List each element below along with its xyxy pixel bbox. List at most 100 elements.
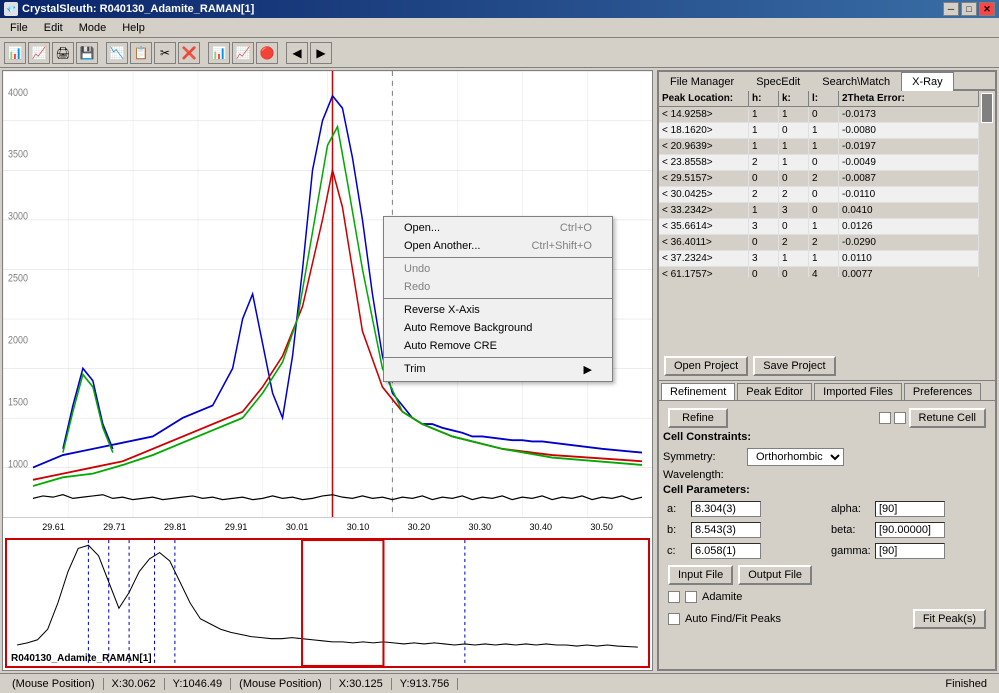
open-project-button[interactable]: Open Project — [664, 356, 748, 376]
toolbar-btn-5[interactable]: 📉 — [106, 42, 128, 64]
tab-refinement[interactable]: Refinement — [661, 383, 735, 400]
table-row[interactable]: < 30.0425>220-0.0110 — [659, 187, 979, 203]
refine-button[interactable]: Refine — [668, 408, 728, 428]
cell-4-3: 2 — [809, 171, 839, 186]
table-body[interactable]: < 14.9258>110-0.0173< 18.1620>101-0.0080… — [659, 107, 979, 277]
ctx-trim[interactable]: Trim ▶ — [384, 360, 612, 379]
cell-8-1: 0 — [749, 235, 779, 250]
cell-0-4: -0.0173 — [839, 107, 979, 122]
menu-help[interactable]: Help — [114, 20, 153, 36]
cell-7-0: < 35.6614> — [659, 219, 749, 234]
toolbar-btn-9[interactable]: 📊 — [208, 42, 230, 64]
table-row[interactable]: < 20.9639>111-0.0197 — [659, 139, 979, 155]
app-title: CrystalSleuth: R040130_Adamite_RAMAN[1] — [22, 3, 254, 15]
ctx-auto-remove-bg[interactable]: Auto Remove Background — [384, 319, 612, 337]
toolbar-btn-6[interactable]: 📋 — [130, 42, 152, 64]
toolbar-nav-forward[interactable]: ▶ — [310, 42, 332, 64]
toolbar-btn-10[interactable]: 📈 — [232, 42, 254, 64]
toolbar-btn-11[interactable]: 🔴 — [256, 42, 278, 64]
file-buttons-row: Input File Output File — [663, 562, 991, 588]
menu-file[interactable]: File — [2, 20, 36, 36]
cell-1-0: < 18.1620> — [659, 123, 749, 138]
chart-panel: 4000 3500 3000 2500 2000 1500 1000 — [2, 70, 653, 671]
toolbar: 📊 📈 🖨 💾 📉 📋 ✂ ❌ 📊 📈 🔴 ◀ ▶ — [0, 38, 999, 68]
status-pos1-label: (Mouse Position) — [4, 678, 104, 690]
mineral-checkbox-1[interactable] — [668, 591, 680, 603]
toolbar-btn-4[interactable]: 💾 — [76, 42, 98, 64]
svg-text:1000: 1000 — [8, 459, 28, 471]
symmetry-select[interactable]: Orthorhombic Cubic Tetragonal Hexagonal … — [747, 448, 844, 466]
cell-5-1: 2 — [749, 187, 779, 202]
b-value: 8.543(3) — [691, 522, 761, 538]
c-value: 6.058(1) — [691, 543, 761, 559]
app-icon: 💎 — [4, 2, 18, 16]
cell-6-3: 0 — [809, 203, 839, 218]
status-pos1-y: Y:1046.49 — [165, 678, 232, 690]
cell-6-1: 1 — [749, 203, 779, 218]
main-tab-bar: File Manager SpecEdit Search\Match X-Ray — [659, 72, 995, 91]
cell-10-0: < 61.1757> — [659, 267, 749, 277]
input-file-button[interactable]: Input File — [668, 565, 733, 585]
x-label-1: 29.71 — [84, 522, 145, 532]
toolbar-btn-3[interactable]: 🖨 — [52, 42, 74, 64]
beta-value: [90.00000] — [875, 522, 945, 538]
cell-4-2: 0 — [779, 171, 809, 186]
x-label-3: 29.91 — [206, 522, 267, 532]
auto-find-row: Auto Find/Fit Peaks Fit Peak(s) — [663, 606, 991, 632]
maximize-button[interactable]: □ — [961, 2, 977, 16]
close-button[interactable]: ✕ — [979, 2, 995, 16]
c-label: c: — [667, 545, 687, 557]
toolbar-btn-7[interactable]: ✂ — [154, 42, 176, 64]
tab-imported-files[interactable]: Imported Files — [814, 383, 902, 400]
table-row[interactable]: < 36.4011>022-0.0290 — [659, 235, 979, 251]
table-row[interactable]: < 33.2342>1300.0410 — [659, 203, 979, 219]
ctx-auto-remove-cre[interactable]: Auto Remove CRE — [384, 337, 612, 355]
main-chart[interactable]: 4000 3500 3000 2500 2000 1500 1000 — [3, 71, 652, 518]
toolbar-btn-1[interactable]: 📊 — [4, 42, 26, 64]
table-row[interactable]: < 61.1757>0040.0077 — [659, 267, 979, 277]
tab-search-match[interactable]: Search\Match — [811, 72, 901, 91]
tab-peak-editor[interactable]: Peak Editor — [737, 383, 812, 400]
overview-chart[interactable]: R040130_Adamite_RAMAN[1] — [5, 538, 650, 668]
ctx-reverse-x[interactable]: Reverse X-Axis — [384, 301, 612, 319]
tab-preferences[interactable]: Preferences — [904, 383, 981, 400]
toolbar-btn-2[interactable]: 📈 — [28, 42, 50, 64]
c-param-row: c: 6.058(1) — [667, 543, 823, 559]
table-scrollbar[interactable] — [979, 91, 995, 277]
fit-peaks-button[interactable]: Fit Peak(s) — [913, 609, 986, 629]
refine-checkbox-1[interactable] — [879, 412, 891, 424]
menu-mode[interactable]: Mode — [71, 20, 115, 36]
tab-spec-edit[interactable]: SpecEdit — [745, 72, 811, 91]
x-label-4: 30.01 — [267, 522, 328, 532]
table-row[interactable]: < 23.8558>210-0.0049 — [659, 155, 979, 171]
toolbar-btn-8[interactable]: ❌ — [178, 42, 200, 64]
table-row[interactable]: < 29.5157>002-0.0087 — [659, 171, 979, 187]
tab-file-manager[interactable]: File Manager — [659, 72, 745, 91]
col-peak-location: Peak Location: — [659, 91, 749, 106]
output-file-button[interactable]: Output File — [738, 565, 812, 585]
cell-10-1: 0 — [749, 267, 779, 277]
mineral-checkbox-2[interactable] — [685, 591, 697, 603]
cell-7-3: 1 — [809, 219, 839, 234]
auto-find-checkbox[interactable] — [668, 613, 680, 625]
cell-9-4: 0.0110 — [839, 251, 979, 266]
symmetry-row: Symmetry: Orthorhombic Cubic Tetragonal … — [663, 448, 991, 466]
menu-edit[interactable]: Edit — [36, 20, 71, 36]
ctx-open-another[interactable]: Open Another... Ctrl+Shift+O — [384, 237, 612, 255]
refine-checkbox-2[interactable] — [894, 412, 906, 424]
minimize-button[interactable]: ─ — [943, 2, 959, 16]
cell-8-4: -0.0290 — [839, 235, 979, 250]
table-row[interactable]: < 35.6614>3010.0126 — [659, 219, 979, 235]
cell-6-4: 0.0410 — [839, 203, 979, 218]
table-row[interactable]: < 18.1620>101-0.0080 — [659, 123, 979, 139]
table-row[interactable]: < 14.9258>110-0.0173 — [659, 107, 979, 123]
toolbar-nav-back[interactable]: ◀ — [286, 42, 308, 64]
cell-2-1: 1 — [749, 139, 779, 154]
save-project-button[interactable]: Save Project — [753, 356, 835, 376]
ctx-open[interactable]: Open... Ctrl+O — [384, 219, 612, 237]
retune-cell-button[interactable]: Retune Cell — [909, 408, 986, 428]
tab-x-ray[interactable]: X-Ray — [901, 72, 954, 91]
cell-3-1: 2 — [749, 155, 779, 170]
cell-4-4: -0.0087 — [839, 171, 979, 186]
table-row[interactable]: < 37.2324>3110.0110 — [659, 251, 979, 267]
